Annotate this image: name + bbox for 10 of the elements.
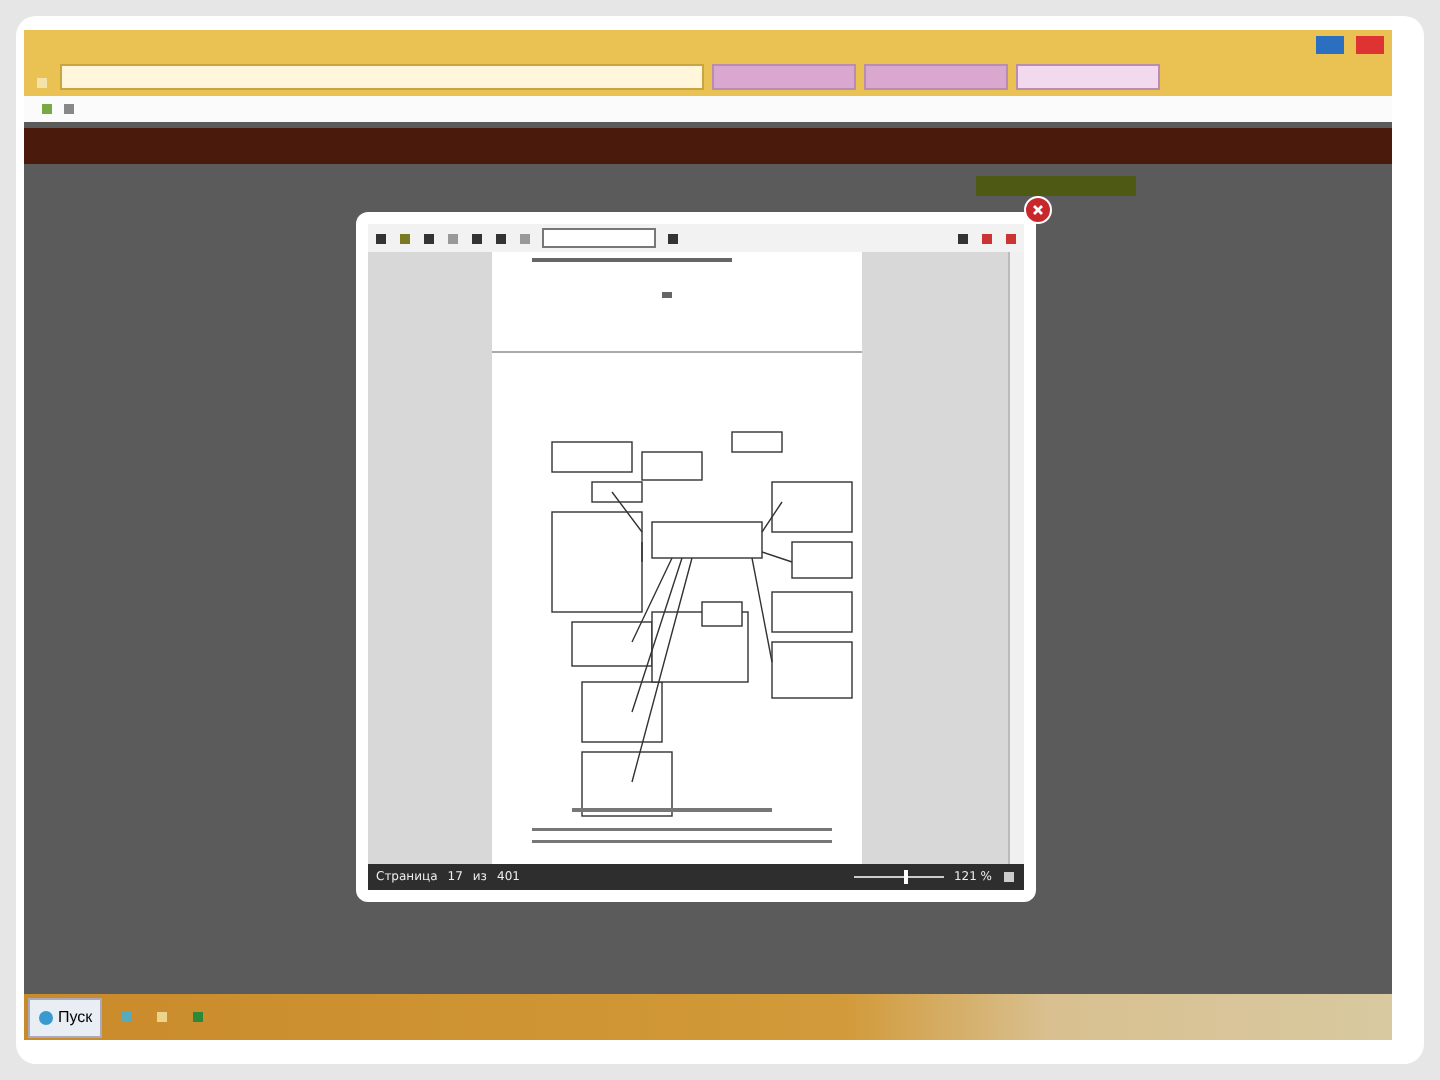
start-button[interactable]: Пуск bbox=[28, 997, 103, 1037]
browser-tab[interactable] bbox=[1016, 64, 1160, 90]
globe-icon bbox=[38, 1009, 54, 1025]
scrollbar[interactable] bbox=[1008, 252, 1024, 864]
address-field[interactable] bbox=[60, 64, 704, 90]
close-icon bbox=[1032, 204, 1044, 216]
browser-tab[interactable] bbox=[712, 64, 856, 90]
search-field[interactable] bbox=[542, 228, 656, 248]
browser-tab[interactable] bbox=[864, 64, 1008, 90]
close-button[interactable] bbox=[1024, 196, 1052, 224]
